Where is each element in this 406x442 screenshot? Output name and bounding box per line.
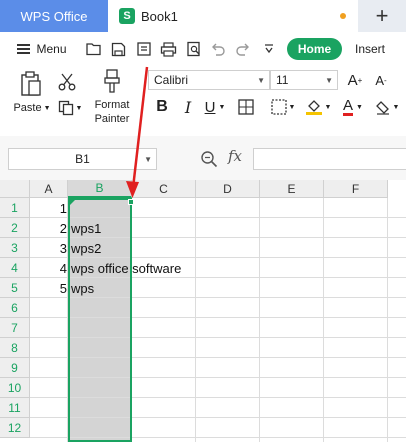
- font-size-select[interactable]: 11 ▼: [270, 70, 338, 90]
- underline-button[interactable]: U ▼: [201, 96, 229, 118]
- paste-label: Paste: [13, 102, 42, 114]
- format-painter-label-1[interactable]: Format: [90, 98, 134, 112]
- row-header-6[interactable]: 6: [0, 298, 30, 318]
- tab-bar: WPS Office S Book1 +: [0, 0, 406, 32]
- save-icon[interactable]: [107, 39, 129, 59]
- quick-access-toolbar: Menu Home Insert: [0, 32, 406, 66]
- hamburger-icon: [17, 42, 31, 56]
- cell-a5[interactable]: 5: [30, 278, 67, 298]
- decrease-font-icon[interactable]: A-: [371, 70, 391, 90]
- row-header-8[interactable]: 8: [0, 338, 30, 358]
- name-box[interactable]: B1 ▼: [8, 148, 157, 170]
- row-header-2[interactable]: 2: [0, 218, 30, 238]
- increase-font-icon[interactable]: A +: [345, 70, 365, 90]
- formula-bar: B1 ▼ fx: [0, 136, 406, 180]
- font-size-value: 11: [276, 73, 289, 87]
- open-icon[interactable]: [83, 39, 105, 59]
- print-icon[interactable]: [157, 39, 179, 59]
- row-header-5[interactable]: 5: [0, 278, 30, 298]
- row-header-9[interactable]: 9: [0, 358, 30, 378]
- column-gridline: [323, 198, 324, 442]
- cell-a2[interactable]: 2: [30, 218, 67, 238]
- more-icon[interactable]: [258, 39, 280, 59]
- paste-icon[interactable]: [18, 70, 44, 98]
- cut-icon[interactable]: [57, 72, 77, 92]
- formula-input[interactable]: [253, 148, 406, 170]
- redo-icon[interactable]: [232, 39, 254, 59]
- font-name-value: Calibri: [154, 73, 189, 87]
- borders-icon[interactable]: [236, 96, 256, 118]
- column-header-e[interactable]: E: [260, 180, 324, 198]
- row-header-3[interactable]: 3: [0, 238, 30, 258]
- spreadsheet-grid[interactable]: ABCDEF 1 2 3 4 5 6 7 8 9 10 11 12 1 2 3 4 5 wps1 wps2 wps …: [0, 180, 406, 442]
- tab-book1-label: Book1: [141, 8, 178, 24]
- fill-pattern-button[interactable]: ▼: [268, 96, 298, 118]
- fill-handle[interactable]: [128, 199, 134, 205]
- spreadsheet-icon: S: [119, 8, 135, 24]
- tab-wps-office[interactable]: WPS Office: [0, 0, 108, 32]
- tab-home[interactable]: Home: [287, 38, 342, 60]
- row-header-10[interactable]: 10: [0, 378, 30, 398]
- selection-border: [68, 198, 132, 442]
- fx-icon[interactable]: fx: [228, 147, 242, 165]
- print-preview-icon[interactable]: [183, 39, 205, 59]
- paste-button[interactable]: Paste ▼: [12, 100, 52, 116]
- column-header-b[interactable]: B: [68, 180, 132, 198]
- row-header-1[interactable]: 1: [0, 198, 30, 218]
- column-gridline: [259, 198, 260, 442]
- font-color-glyph: A: [343, 97, 354, 116]
- cell-a3[interactable]: 3: [30, 238, 67, 258]
- row-header-4[interactable]: 4: [0, 258, 30, 278]
- clear-format-button[interactable]: ▼: [372, 96, 402, 118]
- format-painter-label-2[interactable]: Painter: [90, 112, 134, 126]
- copy-button[interactable]: ▼: [57, 98, 83, 118]
- row-header-7[interactable]: 7: [0, 318, 30, 338]
- cell-a4[interactable]: 4: [30, 258, 67, 278]
- italic-button[interactable]: I: [178, 96, 198, 118]
- font-name-select[interactable]: Calibri ▼: [148, 70, 270, 90]
- cell-a1[interactable]: 1: [30, 198, 67, 218]
- row-header-12[interactable]: 12: [0, 418, 30, 438]
- name-box-value: B1: [75, 152, 90, 166]
- fill-color-button[interactable]: ▼: [303, 96, 333, 118]
- unsaved-indicator: [340, 13, 346, 19]
- new-tab-button[interactable]: +: [358, 0, 406, 32]
- tab-insert[interactable]: Insert: [349, 39, 391, 59]
- chevron-down-icon: ▼: [257, 76, 265, 85]
- column-header-f[interactable]: F: [324, 180, 388, 198]
- chevron-down-icon: ▼: [144, 155, 152, 164]
- row-header-11[interactable]: 11: [0, 398, 30, 418]
- select-all-corner[interactable]: [0, 180, 30, 198]
- column-gridline: [195, 198, 196, 442]
- zoom-icon[interactable]: [200, 150, 220, 170]
- menu-button[interactable]: Menu: [12, 39, 72, 59]
- column-header-d[interactable]: D: [196, 180, 260, 198]
- ribbon: Paste ▼ ▼ Format Painter Calibri ▼ 11 ▼ A…: [0, 66, 406, 136]
- chevron-down-icon: ▼: [325, 76, 333, 85]
- column-gridline: [387, 198, 388, 442]
- export-icon[interactable]: [133, 39, 155, 59]
- column-header-c[interactable]: C: [132, 180, 196, 198]
- tab-book1[interactable]: S Book1: [108, 0, 358, 32]
- font-color-button[interactable]: A ▼: [338, 96, 368, 118]
- column-header-a[interactable]: A: [30, 180, 68, 198]
- menu-label: Menu: [36, 42, 67, 56]
- underline-glyph: U: [204, 98, 216, 116]
- bold-button[interactable]: B: [152, 96, 172, 118]
- undo-icon[interactable]: [207, 39, 229, 59]
- format-painter-icon[interactable]: [99, 68, 125, 96]
